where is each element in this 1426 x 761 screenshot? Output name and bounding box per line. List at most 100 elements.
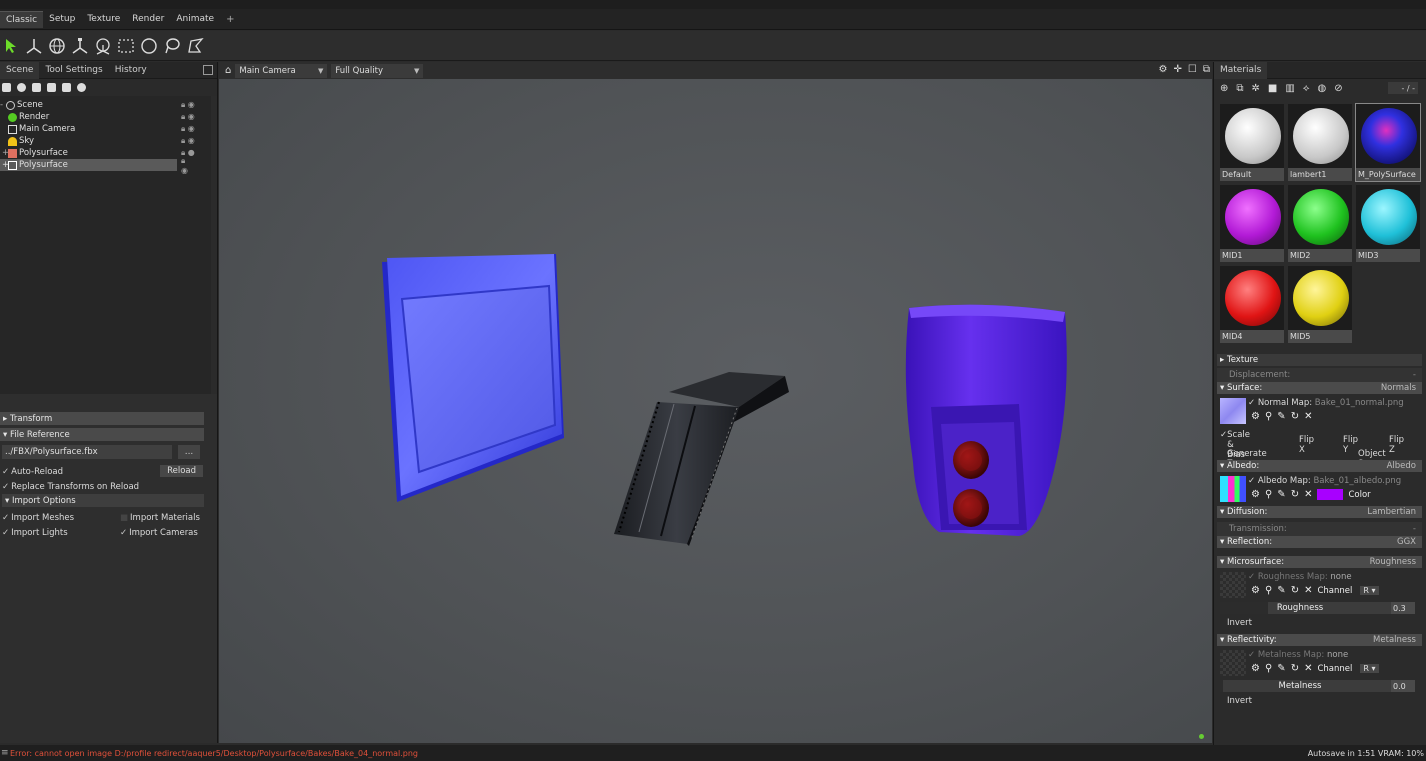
- tree-scrollbar[interactable]: [211, 96, 217, 394]
- reload-icon[interactable]: ↻: [1291, 411, 1299, 422]
- eyedropper-icon[interactable]: ⟡: [1303, 83, 1310, 94]
- reload-icon[interactable]: ↻: [1291, 489, 1299, 500]
- paint-icon[interactable]: ✎: [1277, 585, 1285, 596]
- rect-select-icon[interactable]: [116, 36, 136, 56]
- metalness-value[interactable]: 0.0: [1391, 680, 1415, 692]
- settings-gear-icon[interactable]: ⚙: [1251, 585, 1260, 596]
- close-icon[interactable]: ✕: [1304, 585, 1312, 596]
- metalness-slider[interactable]: Metalness 0.0: [1220, 680, 1415, 692]
- tab-animate[interactable]: Animate: [170, 11, 220, 28]
- merge-icon[interactable]: ✲: [1252, 83, 1260, 94]
- delete-icon[interactable]: ▥: [1285, 83, 1294, 94]
- microsurface-section[interactable]: ▾ Microsurface: Roughness: [1217, 556, 1422, 568]
- apply-icon[interactable]: ◍: [1317, 83, 1326, 94]
- reload-icon[interactable]: ↻: [1291, 663, 1299, 674]
- lock-eye-icons[interactable]: 🔒︎ ◉: [181, 136, 195, 146]
- metalness-channel-select[interactable]: R ▾: [1360, 664, 1379, 673]
- material-swatch[interactable]: MID1: [1220, 185, 1284, 262]
- import-options-section[interactable]: ▾ Import Options: [2, 494, 204, 507]
- lock-eye-icons[interactable]: 🔒︎ ◉: [181, 112, 195, 122]
- browse-button[interactable]: ...: [178, 445, 200, 459]
- folder-icon[interactable]: ■: [1268, 83, 1277, 94]
- tab-classic[interactable]: Classic: [0, 10, 44, 28]
- lock-eye-icons[interactable]: 🔒︎ ◉: [181, 124, 195, 134]
- tab-render[interactable]: Render: [126, 11, 170, 28]
- settings-gear-icon[interactable]: ⚙: [1251, 663, 1260, 674]
- expand-panel-icon[interactable]: [203, 65, 213, 75]
- diffusion-section[interactable]: ▾ Diffusion: Lambertian: [1217, 506, 1422, 518]
- invert-roughness-checkbox[interactable]: Invert: [1217, 616, 1422, 630]
- reload-button[interactable]: Reload: [160, 465, 203, 477]
- select-arrow-icon[interactable]: [1, 36, 21, 56]
- albedo-map-thumbnail[interactable]: [1220, 476, 1246, 502]
- move-tool-icon[interactable]: [24, 36, 44, 56]
- albedo-section[interactable]: ▾ Albedo: Albedo: [1217, 460, 1422, 472]
- replace-transforms-checkbox[interactable]: ✓ Replace Transforms on Reload: [0, 479, 211, 494]
- settings-gear-icon[interactable]: ⚙: [1251, 489, 1260, 500]
- scale-bias-checkbox[interactable]: ✓ Scale & Bias: [1220, 430, 1250, 460]
- roughness-channel-select[interactable]: R ▾: [1360, 586, 1379, 595]
- texture-section[interactable]: ▸ Texture: [1217, 354, 1422, 366]
- lock-eye-icons[interactable]: 🔒︎ ◉: [181, 100, 195, 110]
- reflection-section[interactable]: ▾ Reflection: GGX: [1217, 536, 1422, 548]
- material-swatch[interactable]: lambert1: [1288, 104, 1352, 181]
- material-swatch[interactable]: Default: [1220, 104, 1284, 181]
- tree-item-main-camera[interactable]: Main Camera 🔒︎ ◉: [0, 123, 211, 135]
- material-swatch[interactable]: MID2: [1288, 185, 1352, 262]
- tree-item-polysurface[interactable]: + Polysurface 🔒︎ ●: [0, 147, 211, 159]
- tab-scene[interactable]: Scene: [0, 61, 40, 79]
- tree-item-scene[interactable]: - Scene 🔒︎ ◉: [0, 99, 211, 111]
- tree-item-sky[interactable]: Sky 🔒︎ ◉: [0, 135, 211, 147]
- tree-item-render[interactable]: Render 🔒︎ ◉: [0, 111, 211, 123]
- material-swatch[interactable]: MID5: [1288, 266, 1352, 343]
- tree-item-polysurface-selected[interactable]: + Polysurface 🔒︎ ◉: [0, 156, 188, 175]
- add-material-icon[interactable]: ⊕: [1220, 83, 1228, 94]
- add-light-icon[interactable]: [17, 83, 26, 92]
- surface-section[interactable]: ▾ Surface: Normals: [1217, 382, 1422, 394]
- roughness-slider[interactable]: Roughness 0.3: [1220, 602, 1415, 614]
- polygon-select-icon[interactable]: [185, 36, 205, 56]
- tab-setup[interactable]: Setup: [43, 11, 81, 28]
- tab-materials[interactable]: Materials: [1214, 61, 1268, 79]
- close-icon[interactable]: ✕: [1304, 663, 1312, 674]
- tab-history[interactable]: History: [109, 62, 153, 79]
- reflectivity-section[interactable]: ▾ Reflectivity: Metalness: [1217, 634, 1422, 646]
- close-icon[interactable]: ✕: [1304, 411, 1312, 422]
- invert-metalness-checkbox[interactable]: Invert: [1217, 694, 1422, 708]
- paint-icon[interactable]: ✎: [1277, 663, 1285, 674]
- material-swatch[interactable]: M_PolySurface: [1355, 103, 1421, 182]
- normal-map-thumbnail[interactable]: [1220, 398, 1246, 424]
- close-icon[interactable]: ✕: [1304, 489, 1312, 500]
- import-lights-checkbox[interactable]: ✓ Import Lights: [2, 528, 68, 538]
- albedo-color-swatch[interactable]: [1317, 489, 1344, 500]
- disable-icon[interactable]: ⊘: [1334, 83, 1342, 94]
- import-materials-checkbox[interactable]: ■ Import Materials: [120, 513, 200, 523]
- auto-reload-checkbox[interactable]: ✓ Auto-Reload Reload: [0, 464, 211, 479]
- circle-select-icon[interactable]: [139, 36, 159, 56]
- search-icon[interactable]: ⚲: [1265, 411, 1272, 422]
- file-path-input[interactable]: ../FBX/Polysurface.fbx: [2, 445, 172, 459]
- displacement-row[interactable]: Displacement: -: [1217, 368, 1422, 382]
- rotate-tool-icon[interactable]: [47, 36, 67, 56]
- scale-tool-icon[interactable]: [70, 36, 90, 56]
- paint-icon[interactable]: ✎: [1277, 411, 1285, 422]
- search-icon[interactable]: ⚲: [1265, 585, 1272, 596]
- add-mesh-icon[interactable]: [62, 83, 71, 92]
- transmission-row[interactable]: Transmission: -: [1217, 522, 1422, 536]
- material-counter[interactable]: - / -: [1388, 82, 1418, 94]
- 3d-viewport[interactable]: ⌂ Main Camera ▼ Full Quality ▼ ⚙ ✛ ☐ ⧉: [219, 62, 1212, 743]
- lasso-select-icon[interactable]: [162, 36, 182, 56]
- add-tab-button[interactable]: +: [220, 11, 240, 28]
- settings-gear-icon[interactable]: ⚙: [1251, 411, 1260, 422]
- add-object-icon[interactable]: [2, 83, 11, 92]
- add-camera-icon[interactable]: [32, 83, 41, 92]
- roughness-map-thumbnail[interactable]: [1220, 572, 1246, 598]
- add-sky-icon[interactable]: [47, 83, 56, 92]
- search-icon[interactable]: ⚲: [1265, 489, 1272, 500]
- material-swatch[interactable]: MID3: [1356, 185, 1420, 262]
- lock-eye-icons[interactable]: 🔒︎ ◉: [181, 156, 188, 175]
- transform-section[interactable]: ▸ Transform: [0, 412, 204, 425]
- import-cameras-checkbox[interactable]: ✓ Import Cameras: [120, 528, 198, 538]
- reload-icon[interactable]: ↻: [1291, 585, 1299, 596]
- tab-texture[interactable]: Texture: [81, 11, 126, 28]
